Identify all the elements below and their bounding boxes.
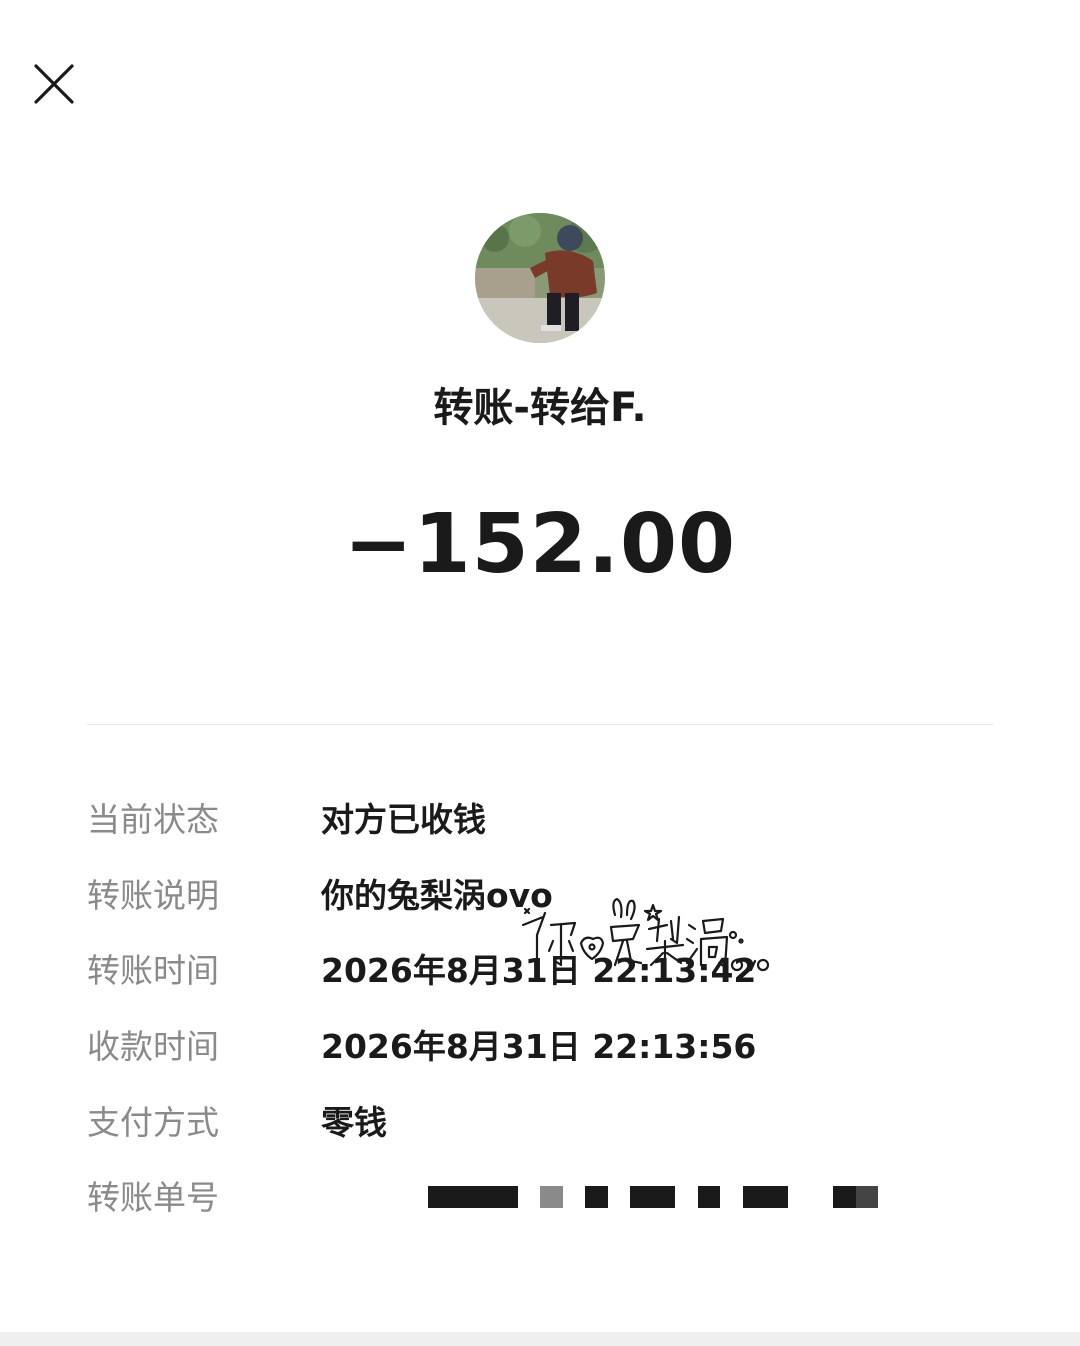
close-button[interactable] — [30, 60, 78, 108]
close-icon — [34, 64, 74, 104]
detail-label: 当前状态 — [87, 800, 219, 839]
bunny-sticker-icon — [521, 897, 770, 972]
redaction-block — [743, 1186, 788, 1208]
redaction-block — [540, 1186, 563, 1208]
detail-label: 转账说明 — [87, 876, 219, 915]
avatar[interactable] — [475, 213, 605, 343]
detail-label: 支付方式 — [87, 1103, 219, 1142]
redaction-block — [833, 1186, 856, 1208]
watermark-sticker — [515, 895, 770, 980]
redaction-block — [698, 1186, 720, 1208]
detail-value: 对方已收钱 — [321, 800, 486, 839]
divider — [87, 724, 994, 725]
detail-value: 零钱 — [321, 1103, 387, 1142]
avatar-photo — [475, 213, 605, 343]
detail-label: 转账时间 — [87, 951, 219, 990]
transfer-amount: −152.00 — [343, 497, 737, 592]
redaction-block — [428, 1186, 518, 1208]
detail-value: 2026年8月31日 22:13:56 — [321, 1027, 757, 1066]
detail-label: 转账单号 — [87, 1178, 219, 1217]
detail-row-payment-method: 支付方式 零钱 — [0, 1095, 1080, 1151]
redaction-block — [856, 1186, 878, 1208]
detail-row-receive-time: 收款时间 2026年8月31日 22:13:56 — [0, 1019, 1080, 1075]
bottom-bar — [0, 1332, 1080, 1346]
detail-row-status: 当前状态 对方已收钱 — [0, 792, 1080, 848]
redaction-block — [585, 1186, 608, 1208]
transfer-title: 转账-转给F. — [433, 385, 647, 431]
redaction-block — [630, 1186, 675, 1208]
detail-label: 收款时间 — [87, 1027, 219, 1066]
